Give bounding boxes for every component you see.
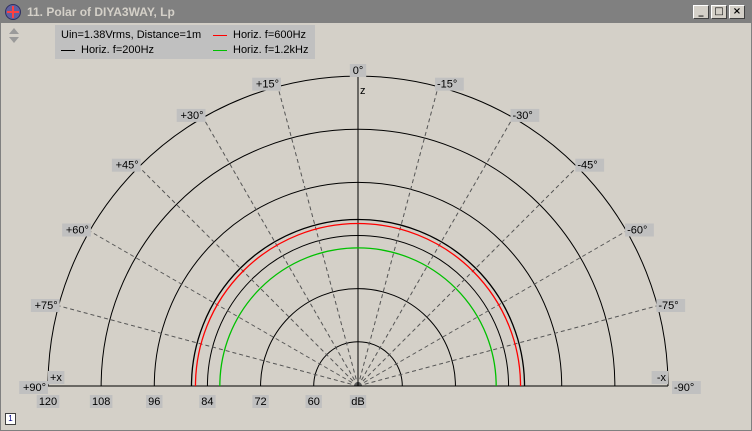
grid-spoke [357, 166, 578, 387]
angle-label: +60° [66, 225, 89, 237]
grid-spoke [138, 166, 359, 387]
axis-label-minus-x: -x [657, 372, 667, 384]
angle-label: 0° [353, 65, 364, 77]
axis-label-z: z [360, 85, 366, 97]
polar-chart: 0° +15° +30° +45° +60° +75° +90° -15° -30° -45° -6… [19, 64, 701, 408]
angle-label: +75° [35, 300, 58, 312]
radial-tick-label: 108 [92, 396, 110, 408]
page-icon[interactable]: 1 [5, 413, 16, 425]
angle-label: -60° [627, 225, 647, 237]
radial-tick-label: 60 [308, 396, 320, 408]
polar-window: 11. Polar of DIYA3WAY, Lp _ □ × Uin=1.38… [0, 0, 752, 431]
unit-label: dB [351, 396, 364, 408]
angle-label: -90° [674, 382, 694, 394]
axis-label-plus-x: +x [50, 372, 62, 384]
radial-tick-label: 72 [254, 396, 266, 408]
angle-label: -45° [577, 160, 597, 172]
angle-label: +90° [23, 382, 46, 394]
radial-tick-label: 96 [148, 396, 160, 408]
angle-label: -30° [513, 110, 533, 122]
angle-label: +15° [256, 79, 279, 91]
angle-label: -75° [658, 300, 678, 312]
angle-label: +45° [116, 160, 139, 172]
radial-tick-label: 120 [39, 396, 57, 408]
radial-tick-label: 84 [201, 396, 213, 408]
angle-label: +30° [180, 110, 203, 122]
angle-label: -15° [437, 79, 457, 91]
